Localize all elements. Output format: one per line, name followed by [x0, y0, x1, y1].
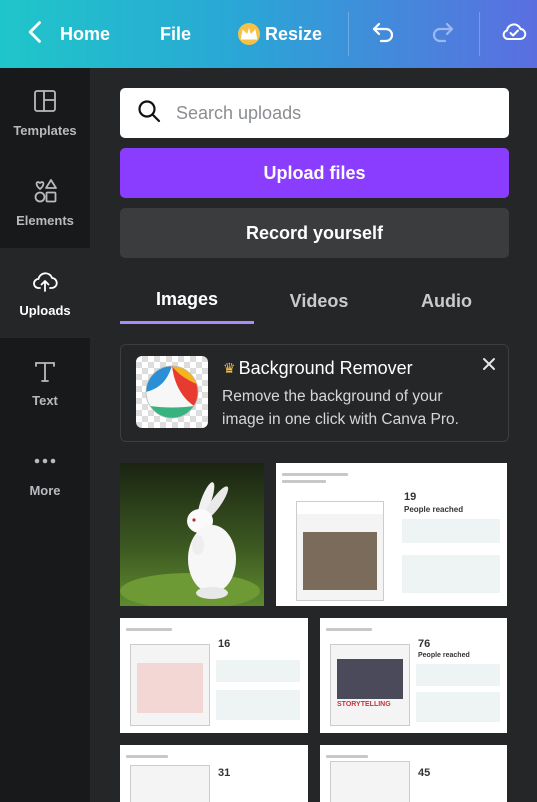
- tab-videos[interactable]: Videos: [254, 278, 384, 324]
- undo-icon: [370, 18, 398, 51]
- uploads-panel: Upload files Record yourself Images Vide…: [90, 68, 537, 802]
- g2-reached: People reached: [404, 505, 464, 514]
- g4-reached: People reached: [418, 652, 470, 659]
- cloud-check-icon: [500, 18, 528, 51]
- resize-button[interactable]: Resize: [238, 0, 322, 68]
- upload-files-button[interactable]: Upload files: [120, 148, 509, 198]
- search-input[interactable]: [176, 102, 476, 124]
- redo-icon: [428, 18, 456, 51]
- uploaded-image-insights-2[interactable]: STORYTELLING 76 People reached: [320, 618, 507, 733]
- rail-item-elements[interactable]: Elements: [0, 158, 90, 248]
- templates-icon: [32, 88, 58, 123]
- rail-item-templates[interactable]: Templates: [0, 68, 90, 158]
- close-icon: [480, 358, 498, 377]
- text-icon: [32, 358, 58, 393]
- g2-count: 19: [404, 491, 417, 503]
- rail-label: Text: [32, 393, 58, 408]
- search-bar[interactable]: [120, 88, 509, 138]
- media-tabs: Images Videos Audio: [120, 278, 509, 324]
- promo-title-text: Background Remover: [238, 358, 413, 378]
- chevron-left-icon: [22, 18, 50, 51]
- side-rail: Templates Elements Uploads Text More: [0, 68, 90, 802]
- uploaded-image-insights-1[interactable]: 16: [120, 618, 308, 733]
- uploaded-image-rabbit[interactable]: [120, 463, 264, 606]
- promo-title: ♛ Background Remover: [223, 358, 413, 379]
- beach-ball-image: [136, 356, 208, 428]
- g3-count: 16: [218, 638, 231, 650]
- topbar-divider: [479, 12, 480, 56]
- uploaded-image-insights-4[interactable]: 45: [320, 745, 507, 802]
- rail-item-more[interactable]: More: [0, 428, 90, 518]
- g4-caption: STORYTELLING: [337, 701, 391, 708]
- rail-label: Elements: [16, 213, 74, 228]
- resize-label: Resize: [265, 23, 323, 44]
- file-menu-button[interactable]: File: [160, 0, 191, 68]
- redo-button[interactable]: [428, 0, 456, 68]
- home-button[interactable]: Home: [60, 0, 110, 68]
- tab-images[interactable]: Images: [120, 278, 254, 324]
- uploaded-image-post-details[interactable]: 19 People reached: [276, 463, 507, 606]
- background-remover-promo[interactable]: ♛ Background Remover Remove the backgrou…: [120, 344, 509, 442]
- g6-count: 45: [418, 767, 431, 779]
- rail-item-text[interactable]: Text: [0, 338, 90, 428]
- promo-description: Remove the background of your image in o…: [222, 388, 459, 428]
- elements-icon: [32, 178, 58, 213]
- cloud-upload-icon: [32, 268, 58, 303]
- top-bar: Home File Resize: [0, 0, 537, 68]
- crown-icon: [238, 23, 260, 45]
- tab-audio[interactable]: Audio: [384, 278, 509, 324]
- rail-label: Templates: [13, 123, 77, 138]
- rail-label: More: [29, 483, 61, 498]
- more-icon: [32, 448, 58, 483]
- rail-label: Uploads: [19, 303, 71, 318]
- g5-count: 31: [218, 767, 231, 779]
- crown-icon: ♛: [223, 360, 236, 376]
- undo-button[interactable]: [370, 0, 398, 68]
- close-promo-button[interactable]: [480, 355, 498, 373]
- uploaded-image-insights-3[interactable]: 31: [120, 745, 308, 802]
- topbar-divider: [348, 12, 349, 56]
- g4-count: 76: [418, 638, 431, 650]
- search-icon: [136, 98, 162, 129]
- record-yourself-button[interactable]: Record yourself: [120, 208, 509, 258]
- save-status-button[interactable]: [500, 0, 528, 68]
- back-button[interactable]: [22, 0, 50, 68]
- rail-item-uploads[interactable]: Uploads: [0, 248, 90, 338]
